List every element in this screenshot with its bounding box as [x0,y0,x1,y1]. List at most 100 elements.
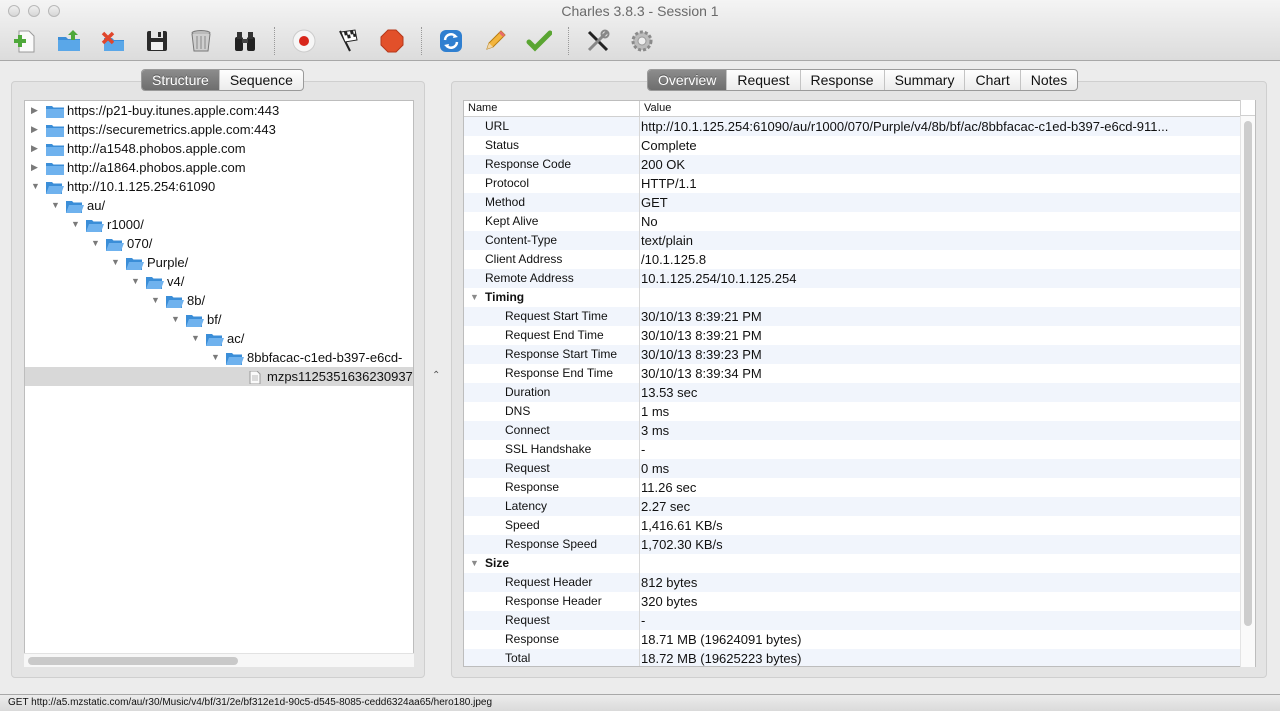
table-row[interactable]: Response 18.71 MB (19624091 bytes) [464,630,1242,649]
tree-item-folder[interactable]: ▼ 070/ [25,234,413,253]
find-button[interactable] [230,26,260,56]
tree-item-file[interactable]: mzps1125351636230937 [25,367,413,386]
table-section-row[interactable]: ▼ Size [464,554,1242,573]
tree-item-folder[interactable]: ▼ 8b/ [25,291,413,310]
row-value: 11.26 sec [641,480,697,495]
disclosure-expanded-icon[interactable]: ▼ [111,253,121,272]
row-name: Remote Address [485,271,574,285]
disclosure-collapsed-icon[interactable]: ▶ [31,139,41,158]
table-row[interactable]: Remote Address 10.1.125.254/10.1.125.254 [464,269,1242,288]
breakpoints-button[interactable] [377,26,407,56]
table-row[interactable]: Request Start Time 30/10/13 8:39:21 PM [464,307,1242,326]
throttle-button[interactable] [333,26,363,56]
tree-horizontal-scrollbar[interactable] [24,653,414,667]
disclosure-expanded-icon[interactable]: ▼ [191,329,201,348]
disclosure-expanded-icon[interactable]: ▼ [151,291,161,310]
disclosure-collapsed-icon[interactable]: ▶ [31,158,41,177]
tree-item-label: mzps1125351636230937 [267,369,413,384]
table-row[interactable]: Latency 2.27 sec [464,497,1242,516]
open-session-button[interactable] [54,26,84,56]
table-row[interactable]: Response 11.26 sec [464,478,1242,497]
tree-item-folder[interactable]: ▼ ac/ [25,329,413,348]
table-row[interactable]: Client Address/10.1.125.8 [464,250,1242,269]
tree-item-folder[interactable]: ▼ Purple/ [25,253,413,272]
tree-item-folder[interactable]: ▼ bf/ [25,310,413,329]
row-name: Request Start Time [505,309,608,323]
row-value: 10.1.125.254/10.1.125.254 [641,271,797,286]
tree-item-label: http://a1548.phobos.apple.com [67,141,246,156]
table-row[interactable]: Method GET [464,193,1242,212]
tab-response[interactable]: Response [801,70,885,90]
disclosure-collapsed-icon[interactable]: ▶ [31,120,41,139]
settings-button[interactable] [627,26,657,56]
record-button[interactable] [289,26,319,56]
tab-overview[interactable]: Overview [648,70,728,90]
table-row[interactable]: Protocol HTTP/1.1 [464,174,1242,193]
table-header-corner [1240,100,1255,116]
table-row[interactable]: Duration 13.53 sec [464,383,1242,402]
new-session-button[interactable] [10,26,40,56]
table-row[interactable]: Kept Alive No [464,212,1242,231]
table-row[interactable]: Content-Type text/plain [464,231,1242,250]
column-header-name[interactable]: Name [468,102,497,114]
table-row[interactable]: Request End Time 30/10/13 8:39:21 PM [464,326,1242,345]
splitter-handle-icon[interactable]: ⌃ [432,370,440,381]
table-row[interactable]: Response Code 200 OK [464,155,1242,174]
tree-item-folder[interactable]: ▼ 8bbfacac-c1ed-b397-e6cd- [25,348,413,367]
clear-session-button[interactable] [186,26,216,56]
table-row[interactable]: Response End Time 30/10/13 8:39:34 PM [464,364,1242,383]
table-row[interactable]: Connect 3 ms [464,421,1242,440]
disclosure-expanded-icon[interactable]: ▼ [71,215,81,234]
table-row[interactable]: URL http://10.1.125.254:61090/au/r1000/07… [464,117,1242,136]
tree-item-folder[interactable]: ▶ https://p21-buy.itunes.apple.com:443 [25,101,413,120]
table-row[interactable]: DNS 1 ms [464,402,1242,421]
tools-button[interactable] [583,26,613,56]
tab-sequence[interactable]: Sequence [220,70,303,90]
tab-chart[interactable]: Chart [965,70,1021,90]
column-divider[interactable] [639,101,640,117]
tree-item-folder[interactable]: ▼ r1000/ [25,215,413,234]
tree-item-folder[interactable]: ▶ http://a1548.phobos.apple.com [25,139,413,158]
disclosure-expanded-icon[interactable]: ▼ [91,234,101,253]
table-vertical-scrollbar[interactable] [1240,116,1255,667]
tab-structure[interactable]: Structure [142,70,220,90]
table-row[interactable]: Request Header 812 bytes [464,573,1242,592]
table-row[interactable]: SSL Handshake - [464,440,1242,459]
tree-item-folder[interactable]: ▼ http://10.1.125.254:61090 [25,177,413,196]
column-header-value[interactable]: Value [644,102,671,114]
save-session-button[interactable] [142,26,172,56]
table-row[interactable]: Speed 1,416.61 KB/s [464,516,1242,535]
disclosure-expanded-icon[interactable]: ▼ [131,272,141,291]
table-row[interactable]: Response Start Time 30/10/13 8:39:23 PM [464,345,1242,364]
tab-request[interactable]: Request [727,70,801,90]
disclosure-collapsed-icon[interactable]: ▶ [31,101,41,120]
disclosure-expanded-icon[interactable]: ▼ [211,348,221,367]
row-name: SSL Handshake [505,442,592,456]
tab-summary[interactable]: Summary [885,70,966,90]
folder-icon [46,142,64,156]
table-row[interactable]: Status Complete [464,136,1242,155]
table-row[interactable]: Response Speed 1,702.30 KB/s [464,535,1242,554]
edit-button[interactable] [480,26,510,56]
disclosure-expanded-icon[interactable]: ▼ [470,554,479,573]
disclosure-expanded-icon[interactable]: ▼ [51,196,61,215]
disclosure-expanded-icon[interactable]: ▼ [171,310,181,329]
close-session-button[interactable] [98,26,128,56]
validate-button[interactable] [524,26,554,56]
table-row[interactable]: Response Header 320 bytes [464,592,1242,611]
repeat-button[interactable] [436,26,466,56]
table-row[interactable]: Total 18.72 MB (19625223 bytes) [464,649,1242,666]
table-row[interactable]: Request 0 ms [464,459,1242,478]
scrollbar-thumb[interactable] [1244,121,1252,626]
tree-item-folder[interactable]: ▶ https://securemetrics.apple.com:443 [25,120,413,139]
disclosure-expanded-icon[interactable]: ▼ [470,288,479,307]
tree-item-folder[interactable]: ▼ au/ [25,196,413,215]
table-row[interactable]: Request - [464,611,1242,630]
scrollbar-thumb[interactable] [28,657,238,665]
table-section-row[interactable]: ▼ Timing [464,288,1242,307]
tab-notes[interactable]: Notes [1021,70,1078,90]
row-value: No [641,214,658,229]
tree-item-folder[interactable]: ▶ http://a1864.phobos.apple.com [25,158,413,177]
tree-item-folder[interactable]: ▼ v4/ [25,272,413,291]
disclosure-expanded-icon[interactable]: ▼ [31,177,41,196]
